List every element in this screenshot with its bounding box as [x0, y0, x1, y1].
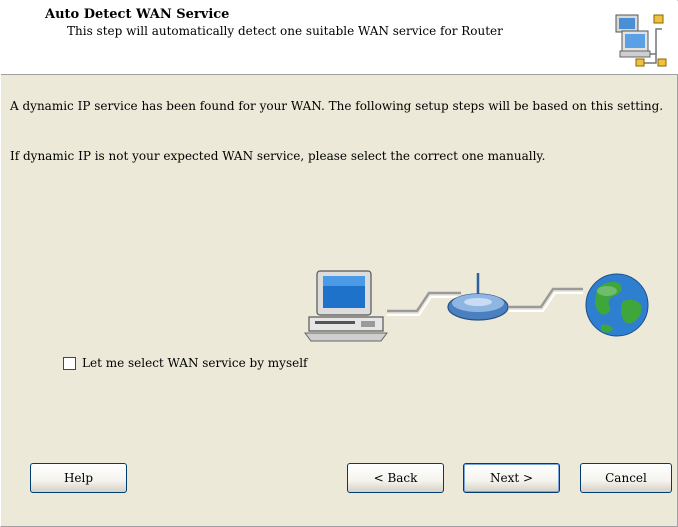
cable-right: [509, 287, 583, 312]
next-button[interactable]: Next >: [463, 463, 560, 493]
cancel-button[interactable]: Cancel: [580, 463, 672, 493]
header-title: Auto Detect WAN Service: [45, 7, 230, 22]
select-wan-manually-option[interactable]: Let me select WAN service by myself: [63, 355, 308, 371]
back-button[interactable]: < Back: [347, 463, 444, 493]
wizard-window: Auto Detect WAN Service This step will a…: [0, 0, 678, 527]
help-button[interactable]: Help: [30, 463, 127, 493]
header-subtitle: This step will automatically detect one …: [67, 24, 503, 38]
globe-icon: [585, 273, 649, 337]
computer-icon: [304, 270, 388, 342]
manual-selection-hint: If dynamic IP is not your expected WAN s…: [10, 149, 546, 163]
network-computers-icon: [615, 14, 667, 67]
detection-message: A dynamic IP service has been found for …: [10, 99, 664, 113]
wizard-header: Auto Detect WAN Service This step will a…: [1, 1, 678, 75]
select-wan-manually-checkbox[interactable]: [63, 356, 76, 370]
computer-router-globe-illustration: [304, 270, 649, 342]
select-wan-manually-label[interactable]: Let me select WAN service by myself: [82, 356, 308, 370]
